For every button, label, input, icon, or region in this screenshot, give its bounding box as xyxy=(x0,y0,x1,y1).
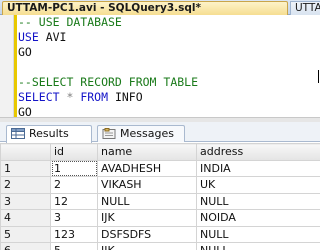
code-line[interactable]: -- USE DATABASE xyxy=(18,15,320,30)
row-number-cell[interactable]: 3 xyxy=(0,192,51,210)
column-header-name[interactable]: name xyxy=(97,143,197,161)
sql-keyword: FROM xyxy=(80,90,109,104)
table-row[interactable]: 1 1 AVADHESH INDIA xyxy=(0,159,320,177)
code-line[interactable]: GO xyxy=(18,45,320,60)
table-row[interactable]: 3 12 NULL NULL xyxy=(0,192,320,210)
grid-cell-id[interactable]: 123 xyxy=(50,225,98,243)
grid-header-row: id name address xyxy=(0,143,320,161)
grid-cell-address[interactable]: UK xyxy=(196,176,320,194)
grid-cell-address[interactable]: NULL xyxy=(196,242,320,250)
sql-keyword: USE xyxy=(18,30,39,44)
grid-cell-id[interactable]: 5 xyxy=(50,242,98,250)
tab-messages[interactable]: Messages xyxy=(97,125,185,142)
tab-messages-label: Messages xyxy=(120,127,174,140)
messages-icon xyxy=(102,128,116,139)
change-indicator-bar xyxy=(14,15,17,117)
text-caret xyxy=(318,70,319,83)
sql-keyword: SELECT xyxy=(18,90,60,104)
table-row[interactable]: 5 123 DSFSDFS NULL xyxy=(0,225,320,243)
sql-token: * xyxy=(59,90,81,104)
row-number-cell[interactable]: 6 xyxy=(0,242,51,250)
grid-cell-name[interactable]: DSFSDFS xyxy=(97,225,197,243)
grid-cell-address[interactable]: NULL xyxy=(196,225,320,243)
grid-cell-name[interactable]: NULL xyxy=(97,192,197,210)
grid-cell-address[interactable]: INDIA xyxy=(196,159,320,177)
row-number-cell[interactable]: 5 xyxy=(0,225,51,243)
query-editor[interactable]: -- USE DATABASE USE AVI GO --SELECT RECORD … xyxy=(0,15,320,120)
code-line[interactable]: --SELECT RECORD FROM TABLE xyxy=(18,75,320,90)
grid-corner-header[interactable] xyxy=(0,143,51,161)
grid-cell-name[interactable]: VIKASH xyxy=(97,176,197,194)
editor-margin xyxy=(0,15,14,117)
code-line[interactable]: USE AVI xyxy=(18,30,320,45)
grid-cell-id[interactable]: 12 xyxy=(50,192,98,210)
sql-comment: -- USE DATABASE xyxy=(18,15,122,29)
grid-cell-name[interactable]: IJK xyxy=(97,209,197,227)
grid-cell-id[interactable]: 2 xyxy=(50,176,98,194)
grid-cell-id[interactable]: 3 xyxy=(50,209,98,227)
sql-token: GO xyxy=(18,45,32,59)
results-pane: Results Messages id name address 1 1 AVADH… xyxy=(0,122,320,250)
table-row[interactable]: 2 2 VIKASH UK xyxy=(0,176,320,194)
tab-results-label: Results xyxy=(29,127,69,140)
grid-cell-address[interactable]: NOIDA xyxy=(196,209,320,227)
document-tab-strip: UTTAM-PC1.avi - SQLQuery3.sql* UTTA xyxy=(0,0,320,16)
grid-icon xyxy=(11,128,25,139)
code-line[interactable]: SELECT * FROM INFO xyxy=(18,90,320,105)
table-row[interactable]: 4 3 IJK NOIDA xyxy=(0,209,320,227)
results-grid[interactable]: id name address 1 1 AVADHESH INDIA 2 2 VIKASH U… xyxy=(0,143,320,250)
grid-cell-name[interactable]: IJK xyxy=(97,242,197,250)
column-header-id[interactable]: id xyxy=(50,143,98,161)
tab-results[interactable]: Results xyxy=(6,125,92,143)
row-number-cell[interactable]: 1 xyxy=(0,159,51,177)
results-tab-strip: Results Messages xyxy=(0,122,320,143)
sql-token: AVI xyxy=(38,30,67,44)
row-number-cell[interactable]: 2 xyxy=(0,176,51,194)
table-row[interactable]: 65IJKNULL xyxy=(0,242,320,250)
grid-cell-address[interactable]: NULL xyxy=(196,192,320,210)
code-text[interactable]: -- USE DATABASE USE AVI GO --SELECT RECORD … xyxy=(18,15,320,120)
grid-cell-id[interactable]: 1 xyxy=(50,159,98,177)
sql-token: INFO xyxy=(108,90,143,104)
row-number-cell[interactable]: 4 xyxy=(0,209,51,227)
grid-cell-name[interactable]: AVADHESH xyxy=(97,159,197,177)
tab-other-query[interactable]: UTTA xyxy=(290,1,320,16)
sql-comment: --SELECT RECORD FROM TABLE xyxy=(18,75,199,89)
column-header-address[interactable]: address xyxy=(196,143,320,161)
tab-sqlquery3[interactable]: UTTAM-PC1.avi - SQLQuery3.sql* xyxy=(2,1,288,16)
code-line[interactable] xyxy=(18,60,320,75)
